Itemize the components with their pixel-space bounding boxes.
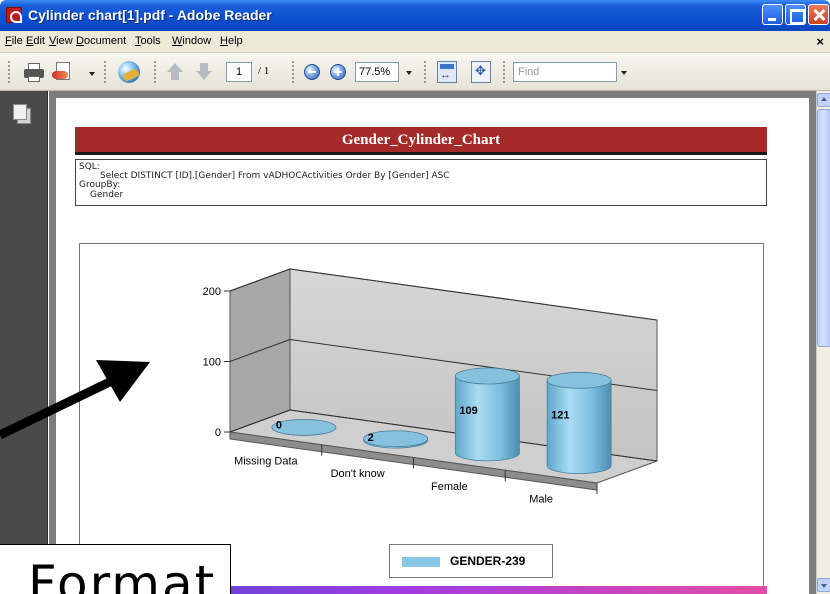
chart-frame: 0 100 200 0 Missing Data 2 Don't know 109 Female… [79,243,764,593]
page-total: / 1 [258,65,270,77]
toolbar-grip[interactable] [154,61,157,83]
sql-label: SQL: [79,162,100,172]
toolbar-grip[interactable] [424,61,427,83]
next-page-icon[interactable] [195,63,213,81]
x-tick-label: Don't know [331,468,385,480]
page-number-input[interactable]: 1 [226,62,252,82]
adobe-reader-app-icon [6,7,22,23]
sql-info-box: SQL: Select DISTINCT [ID].[Gender] From … [75,159,767,206]
annotation-caption-box: Format [0,544,231,594]
chart-legend: GENDER-239 [389,544,553,578]
toolbar-grip[interactable] [503,61,506,83]
scroll-up-arrow-icon[interactable] [817,93,830,107]
maximize-button[interactable] [785,4,806,25]
menu-edit[interactable]: Edit [26,35,45,47]
annotation-caption: Format [28,555,217,594]
groupby-value: Gender [90,190,124,200]
menu-tools[interactable]: Tools [135,35,161,47]
zoom-level-field[interactable]: 77.5% [355,62,399,82]
sign-dropdown-arrow-icon[interactable] [89,72,95,76]
toolbar-grip[interactable] [292,61,295,83]
close-window-button[interactable] [808,4,829,25]
sql-query: Select DISTINCT [ID].[Gender] From vADHO… [100,171,450,181]
y-tick-label: 200 [203,286,221,298]
legend-swatch [402,557,440,567]
menu-file[interactable]: File [5,35,23,47]
report-title: Gender_Cylinder_Chart [341,132,501,148]
minimize-button[interactable] [762,4,783,25]
cylinder-chart: 0 100 200 0 Missing Data 2 Don't know 109 Female… [203,268,658,506]
annotation-arrow-icon [0,360,150,440]
data-label: 121 [551,409,569,421]
toolbar: 1 / 1 77.5% Find [0,53,830,91]
menu-help[interactable]: Help [220,35,243,47]
zoom-dropdown-arrow-icon[interactable] [406,71,412,75]
scroll-down-arrow-icon[interactable] [817,578,830,592]
scroll-thumb[interactable] [817,109,830,347]
data-label: 0 [276,419,282,431]
find-dropdown-arrow-icon[interactable] [621,71,627,75]
cylinder-bar [454,375,520,462]
menu-view[interactable]: View [49,35,73,47]
pdf-page: Gender_Cylinder_Chart SQL: Select DISTIN… [56,98,809,594]
zoom-out-icon[interactable] [304,64,320,80]
fit-width-icon[interactable] [437,61,457,83]
cylinder-top [546,371,612,389]
vertical-scrollbar[interactable] [816,91,830,594]
cylinder-bar [546,379,612,475]
find-input[interactable]: Find [513,62,617,82]
menu-window[interactable]: Window [172,35,211,47]
toolbar-grip[interactable] [8,61,11,83]
report-header: Gender_Cylinder_Chart [75,127,767,155]
web-globe-icon[interactable] [118,61,140,83]
previous-page-icon[interactable] [166,63,184,81]
pages-panel-icon[interactable] [13,104,31,124]
data-label: 2 [368,432,374,444]
window-title: Cylinder chart[1].pdf - Adobe Reader [28,7,272,23]
document-view: Gender_Cylinder_Chart SQL: Select DISTIN… [49,91,816,594]
toolbar-grip[interactable] [104,61,107,83]
fit-page-icon[interactable] [471,61,491,83]
x-tick-label: Male [529,494,553,506]
window-title-bar[interactable]: Cylinder chart[1].pdf - Adobe Reader [0,0,830,31]
sign-document-icon[interactable] [52,62,74,82]
close-document-icon[interactable]: × [816,34,824,49]
menu-bar: File Edit View Document Tools Window Hel… [0,31,830,53]
print-icon[interactable] [24,62,44,82]
cylinder-top [454,367,520,385]
menu-document[interactable]: Document [76,35,126,47]
x-tick-label: Missing Data [234,455,298,467]
y-tick-label: 0 [215,427,221,439]
legend-label: GENDER-239 [450,554,526,568]
y-tick-label: 100 [203,357,221,369]
x-tick-label: Female [431,481,468,493]
data-label: 109 [459,405,477,417]
zoom-in-icon[interactable] [330,64,346,80]
groupby-label: GroupBy: [79,180,121,190]
